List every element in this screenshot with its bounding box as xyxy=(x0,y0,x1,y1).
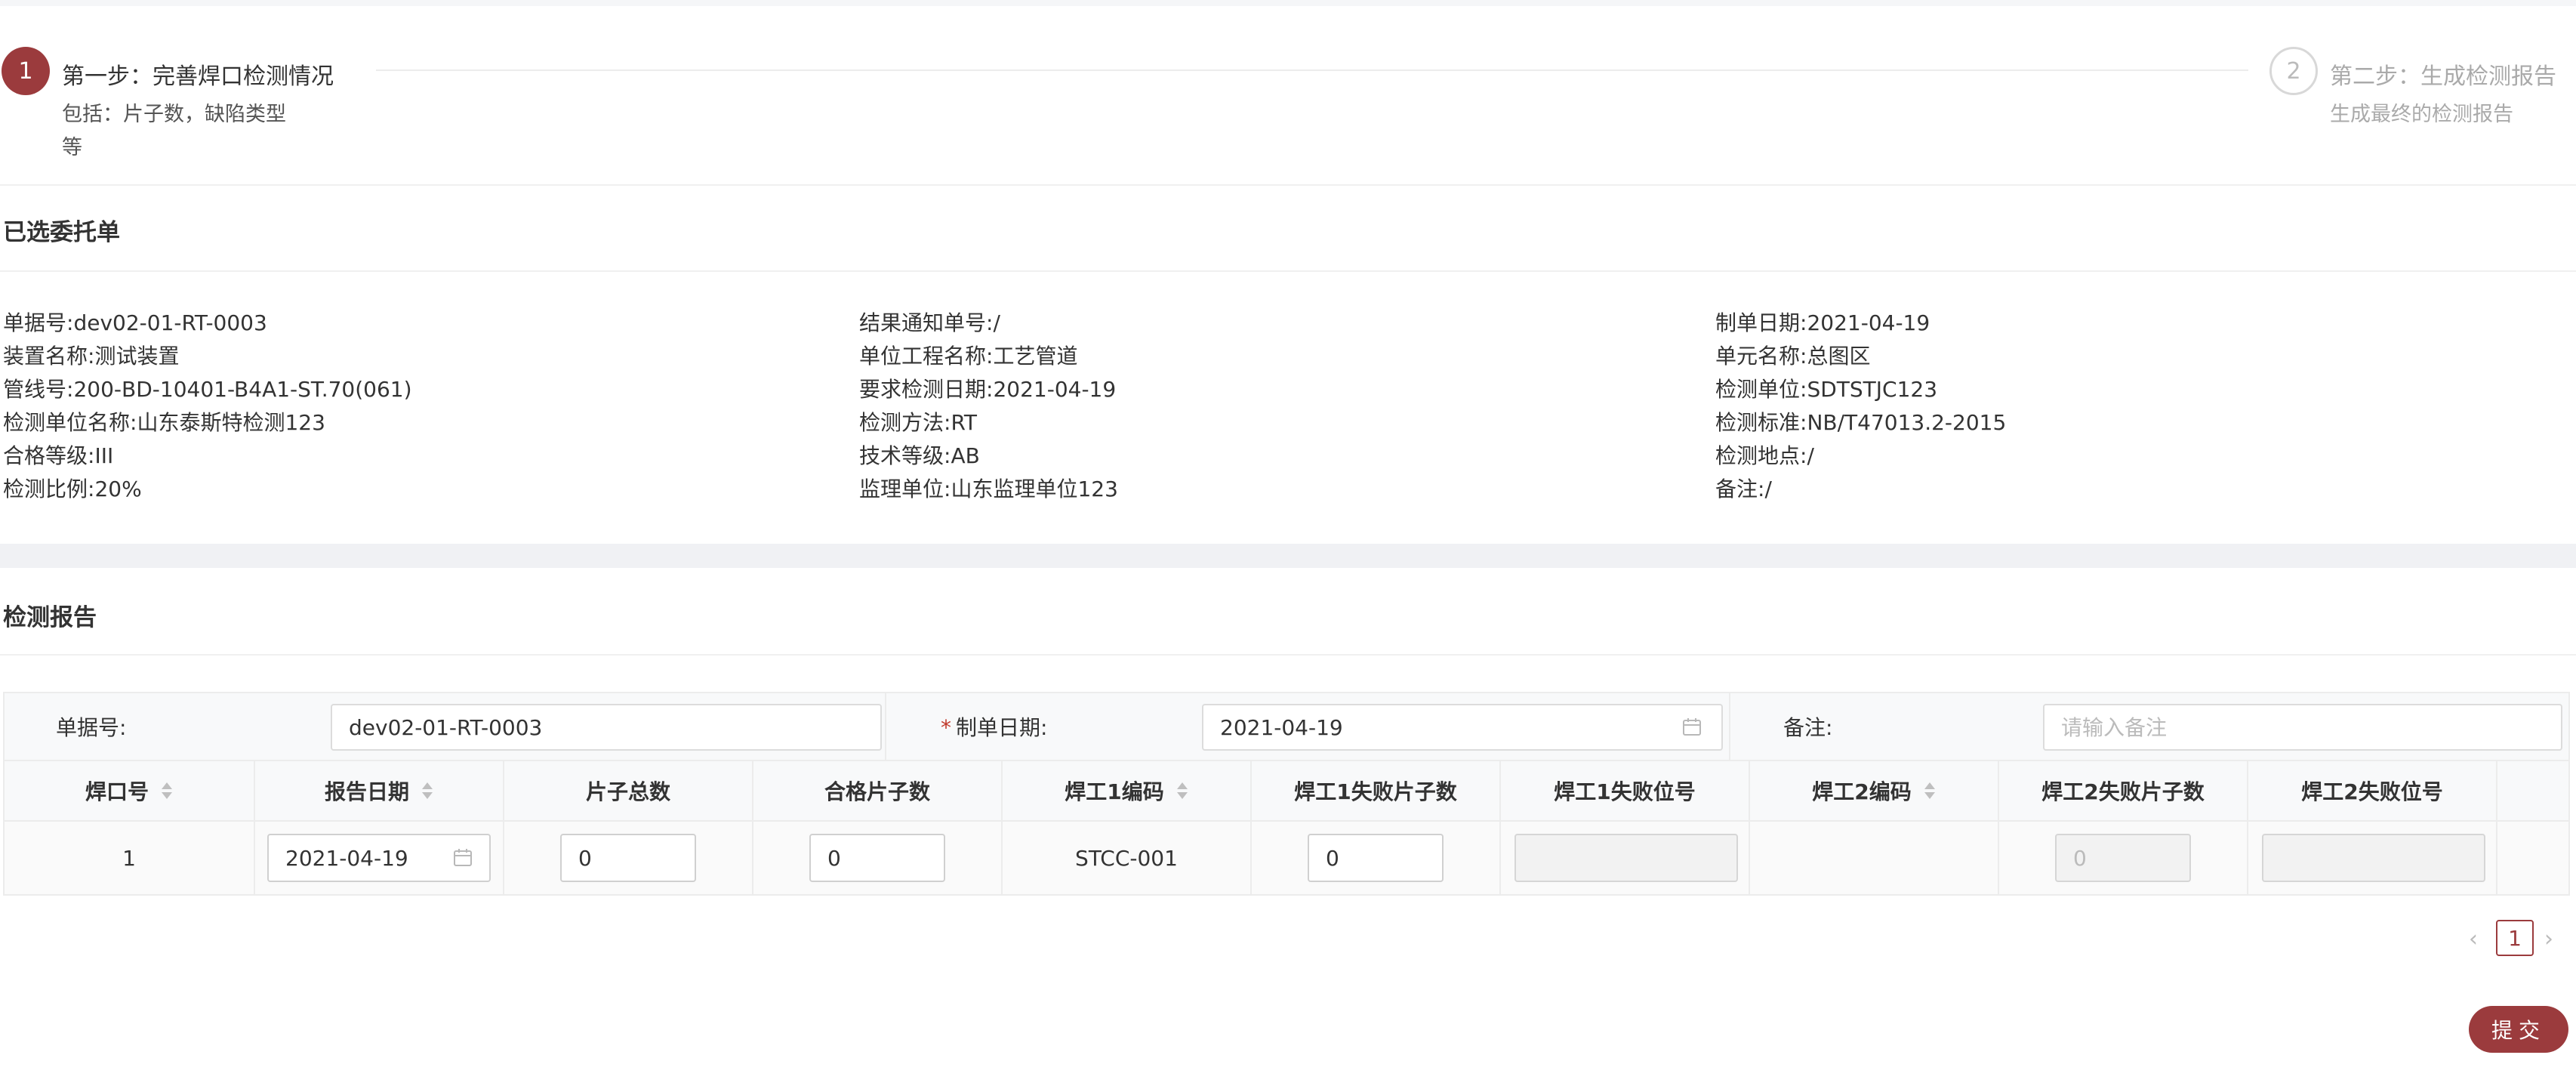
film-total-input[interactable] xyxy=(560,834,696,882)
date-label: * 制单日期: xyxy=(941,711,1047,742)
column-header-spacer xyxy=(2497,761,2568,820)
info-item: 结果通知单号:/ xyxy=(859,310,1000,335)
remark-label: 备注: xyxy=(1783,715,1833,740)
sort-icon[interactable] xyxy=(1176,781,1188,801)
cell-spacer xyxy=(2497,822,2568,894)
step-1-indicator: 1 xyxy=(2,47,50,95)
report-form-row: 单据号: *制单日期: 备注: xyxy=(3,692,2570,761)
calendar-icon[interactable] xyxy=(453,848,473,868)
info-column-3: 制单日期:2021-04-19 单元名称:总图区 检测单位:SDTSTJC123… xyxy=(1715,307,2006,506)
info-item: 监理单位:山东监理单位123 xyxy=(859,477,1118,501)
pagination-page-1[interactable]: 1 xyxy=(2496,920,2534,956)
page: 1 第一步：完善焊口检测情况 包括：片子数，缺陷类型等 2 第二步：生成检测报告… xyxy=(0,0,2576,1089)
doc-no-input[interactable] xyxy=(331,704,882,751)
table-header: 焊口号 报告日期 片子总数 合格片子数 焊工1编码 焊工1失败片子数 焊工1失败… xyxy=(5,761,2568,822)
required-mark: * xyxy=(941,715,951,740)
cell-welder1-code: STCC-001 xyxy=(1003,822,1252,894)
cell-report-date xyxy=(255,822,504,894)
report-divider xyxy=(0,654,2576,656)
info-item: 装置名称:测试装置 xyxy=(3,344,180,369)
column-header-welder1-failed: 焊工1失败片子数 xyxy=(1252,761,1501,820)
info-column-2: 结果通知单号:/ 单位工程名称:工艺管道 要求检测日期:2021-04-19 检… xyxy=(859,307,1118,506)
info-item: 备注:/ xyxy=(1715,477,1772,501)
top-band xyxy=(0,0,2576,6)
info-item: 单位工程名称:工艺管道 xyxy=(859,344,1078,369)
section-gap xyxy=(0,544,2576,568)
column-header-report-date[interactable]: 报告日期 xyxy=(255,761,504,820)
info-item: 检测比例:20% xyxy=(3,477,142,501)
cell-welder2-failed xyxy=(1999,822,2248,894)
info-item: 制单日期:2021-04-19 xyxy=(1715,310,1930,335)
selected-order-title: 已选委托单 xyxy=(3,219,120,246)
column-header-welder2-failed: 焊工2失败片子数 xyxy=(1999,761,2248,820)
selected-order-divider xyxy=(0,270,2576,272)
info-item: 单据号:dev02-01-RT-0003 xyxy=(3,310,267,335)
date-input[interactable] xyxy=(1202,704,1723,751)
step-2-indicator: 2 xyxy=(2269,47,2318,95)
chevron-left-icon[interactable]: ‹ xyxy=(2469,926,2478,952)
welder1-failed-input[interactable] xyxy=(1308,834,1444,882)
sort-icon[interactable] xyxy=(161,781,173,801)
column-header-welder1-code[interactable]: 焊工1编码 xyxy=(1003,761,1252,820)
welder1-failed-pos-input xyxy=(1514,834,1738,882)
cell-weld-no: 1 xyxy=(5,822,255,894)
info-item: 检测单位:SDTSTJC123 xyxy=(1715,377,1938,402)
info-item: 技术等级:AB xyxy=(859,443,980,468)
info-item: 检测单位名称:山东泰斯特检测123 xyxy=(3,410,325,435)
welder2-failed-input xyxy=(2055,834,2191,882)
column-header-qualified-films: 合格片子数 xyxy=(753,761,1003,820)
step-connector xyxy=(376,69,2248,71)
sort-icon[interactable] xyxy=(1924,781,1936,801)
cell-welder1-failed xyxy=(1252,822,1501,894)
info-item: 合格等级:III xyxy=(3,443,114,468)
column-header-weld-no[interactable]: 焊口号 xyxy=(5,761,255,820)
step-1-description: 包括：片子数，缺陷类型等 xyxy=(62,103,286,159)
date-label-text: 制单日期: xyxy=(956,715,1048,740)
steps: 1 第一步：完善焊口检测情况 包括：片子数，缺陷类型等 2 第二步：生成检测报告… xyxy=(0,6,2576,186)
report-title: 检测报告 xyxy=(3,604,97,631)
info-item: 检测标准:NB/T47013.2-2015 xyxy=(1715,410,2007,435)
cell-welder1-failed-pos xyxy=(1501,822,1750,894)
info-item: 要求检测日期:2021-04-19 xyxy=(859,377,1117,402)
calendar-icon[interactable] xyxy=(1682,717,1702,737)
info-item: 检测地点:/ xyxy=(1715,443,1814,468)
cell-welder2-code xyxy=(1750,822,1999,894)
info-column-1: 单据号:dev02-01-RT-0003 装置名称:测试装置 管线号:200-B… xyxy=(3,307,412,506)
weld-table: 焊口号 报告日期 片子总数 合格片子数 焊工1编码 焊工1失败片子数 焊工1失败… xyxy=(3,761,2570,896)
form-separator xyxy=(885,693,886,760)
form-separator xyxy=(1729,693,1730,760)
info-item: 单元名称:总图区 xyxy=(1715,344,1871,369)
column-header-welder2-code[interactable]: 焊工2编码 xyxy=(1750,761,1999,820)
info-item: 管线号:200-BD-10401-B4A1-ST.70(061) xyxy=(3,377,412,402)
table-row: 1 STCC-001 xyxy=(5,822,2568,894)
doc-no-label: 单据号: xyxy=(56,715,127,740)
chevron-right-icon[interactable]: › xyxy=(2544,926,2553,952)
remark-input[interactable] xyxy=(2043,704,2562,751)
qualified-films-input[interactable] xyxy=(809,834,945,882)
cell-qualified-films xyxy=(753,822,1003,894)
welder2-failed-pos-input xyxy=(2262,834,2485,882)
step-2-description: 生成最终的检测报告 xyxy=(2330,103,2513,126)
cell-welder2-failed-pos xyxy=(2248,822,2497,894)
sort-icon[interactable] xyxy=(421,781,433,801)
step-1-title: 第一步：完善焊口检测情况 xyxy=(62,63,334,90)
column-header-film-total: 片子总数 xyxy=(504,761,753,820)
cell-film-total xyxy=(504,822,753,894)
step-2-title: 第二步：生成检测报告 xyxy=(2330,63,2556,90)
column-header-welder1-failed-pos: 焊工1失败位号 xyxy=(1501,761,1750,820)
info-item: 检测方法:RT xyxy=(859,410,977,435)
column-header-welder2-failed-pos: 焊工2失败位号 xyxy=(2248,761,2497,820)
submit-button[interactable]: 提交 xyxy=(2469,1006,2568,1053)
